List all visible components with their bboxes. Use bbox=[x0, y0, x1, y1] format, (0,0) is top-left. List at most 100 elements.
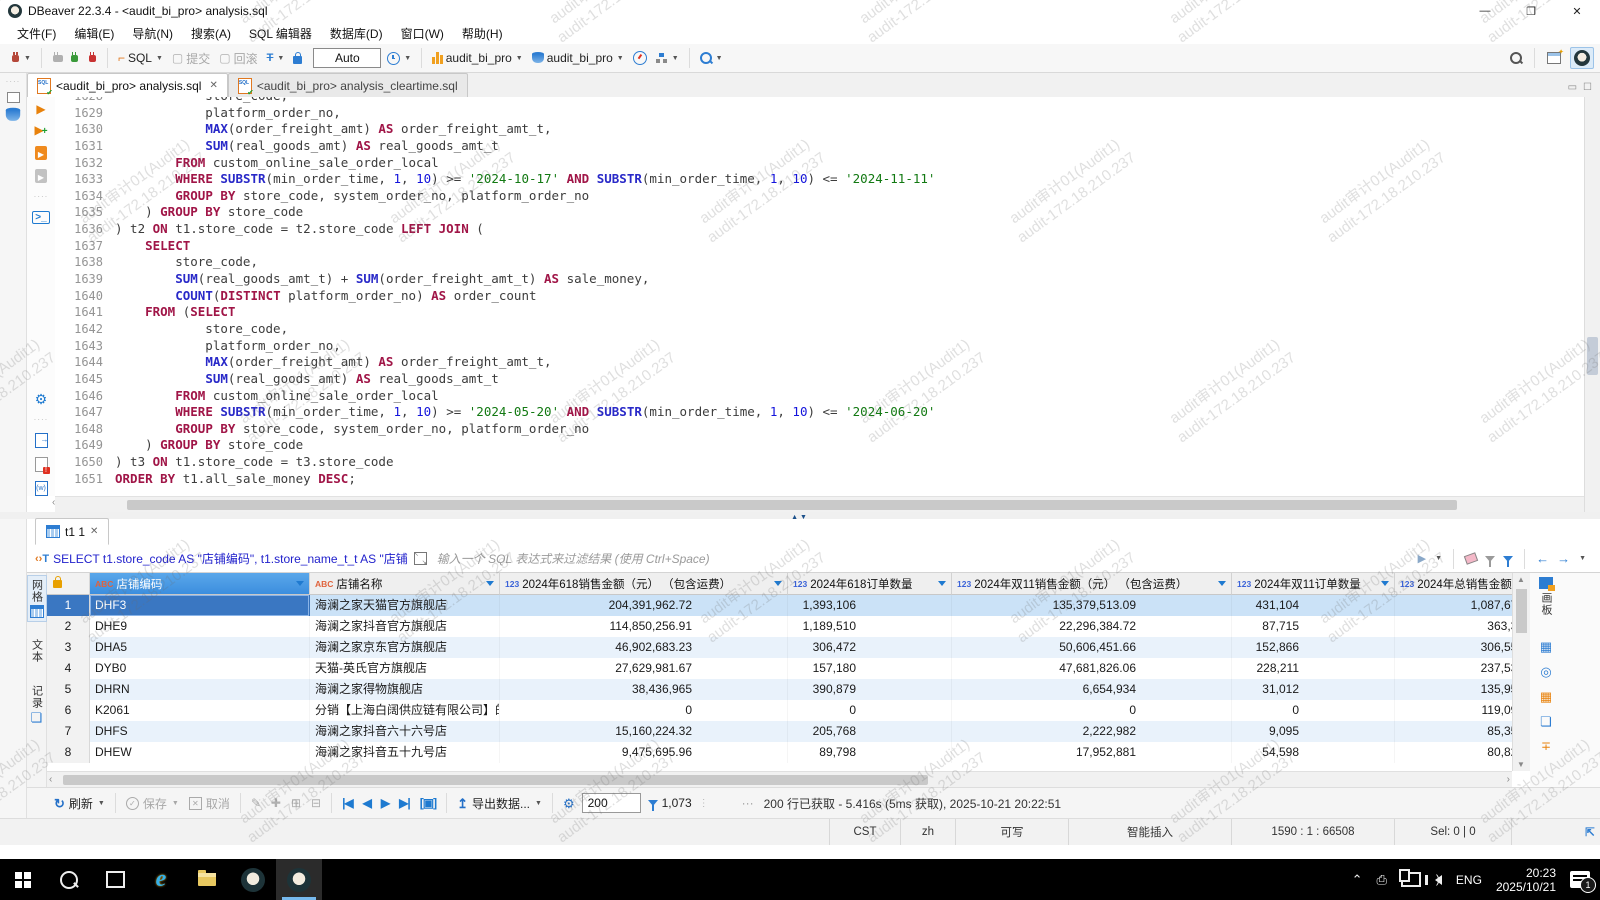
data-cell[interactable]: 89,798 bbox=[788, 742, 952, 763]
row-number-cell[interactable]: 1 bbox=[47, 595, 90, 616]
cancel-button[interactable]: ✕ 取消 bbox=[186, 793, 233, 814]
row-number-cell[interactable]: 6 bbox=[47, 700, 90, 721]
fetch-all-button[interactable]: [▣] bbox=[417, 794, 439, 812]
result-query-text[interactable]: SELECT t1.store_code AS "店铺编码", t1.store… bbox=[53, 550, 408, 567]
save-button[interactable]: ✓ 保存 ▼ bbox=[123, 793, 182, 814]
data-cell[interactable]: 海澜之家抖音五十九号店 bbox=[310, 742, 500, 763]
row-number-cell[interactable]: 4 bbox=[47, 658, 90, 679]
apply-filter-icon[interactable]: ▶ bbox=[1418, 552, 1426, 565]
data-cell[interactable]: DHF3 bbox=[90, 595, 310, 616]
data-cell[interactable]: 海澜之家得物旗舰店 bbox=[310, 679, 500, 700]
data-cell[interactable]: 1,189,510 bbox=[788, 616, 952, 637]
data-cell[interactable]: 31,012 bbox=[1232, 679, 1395, 700]
sql-editor-button[interactable]: ⌐ SQL▼ bbox=[115, 49, 166, 67]
data-cell[interactable]: 海澜之家抖音官方旗舰店 bbox=[310, 616, 500, 637]
grid-vertical-scrollbar[interactable]: ▲▼ bbox=[1512, 573, 1530, 771]
menu-item-0[interactable]: 文件(F) bbox=[8, 23, 65, 44]
layout-panel-icon[interactable] bbox=[1540, 715, 1552, 728]
data-cell[interactable]: 22,296,384.72 bbox=[952, 616, 1232, 637]
forward-arrow-icon[interactable]: → bbox=[1557, 551, 1570, 566]
clear-filter-icon[interactable] bbox=[1464, 552, 1478, 565]
result-view-tab-0[interactable]: 网格 bbox=[27, 575, 47, 622]
data-cell[interactable]: 0 bbox=[1232, 700, 1395, 721]
row-number-cell[interactable]: 2 bbox=[47, 616, 90, 637]
status-sync-icon[interactable]: ⇱ bbox=[1580, 819, 1600, 845]
metadata-panel-icon[interactable] bbox=[1540, 665, 1551, 678]
data-cell[interactable]: 海澜之家京东官方旗舰店 bbox=[310, 637, 500, 658]
menu-item-4[interactable]: SQL 编辑器 bbox=[240, 23, 321, 44]
data-cell[interactable]: 306,553 bbox=[1395, 637, 1512, 658]
add-row-icon[interactable]: ✚ bbox=[271, 796, 281, 810]
scroll-left-arrow-icon[interactable]: ‹ bbox=[52, 497, 55, 508]
menu-item-2[interactable]: 导航(N) bbox=[123, 23, 182, 44]
data-cell[interactable]: 46,902,683.23 bbox=[500, 637, 788, 658]
filter-icon[interactable] bbox=[1503, 556, 1513, 562]
data-cell[interactable]: 204,391,962.72 bbox=[500, 595, 788, 616]
data-cell[interactable]: 85,356 bbox=[1395, 721, 1512, 742]
commit-button[interactable]: ▢ 提交 bbox=[169, 48, 213, 69]
next-page-button[interactable]: ▶ bbox=[378, 794, 392, 812]
first-page-button[interactable]: |◀ bbox=[339, 794, 356, 812]
tray-expand-icon[interactable]: ⌃ bbox=[1352, 872, 1363, 888]
filter-dropdown-icon[interactable]: ▼ bbox=[1435, 555, 1442, 562]
data-cell[interactable]: DHEW bbox=[90, 742, 310, 763]
drag-handle[interactable]: ···· bbox=[6, 77, 21, 86]
dbeaver-taskbar-button[interactable] bbox=[230, 859, 276, 900]
open-perspective-button[interactable] bbox=[1544, 50, 1564, 66]
refresh-button[interactable]: 刷新 ▼ bbox=[51, 793, 108, 814]
data-cell[interactable]: 1,393,106 bbox=[788, 595, 952, 616]
column-header-6[interactable]: 1232024年总销售金额（元） （包含运费 bbox=[1395, 573, 1512, 595]
data-cell[interactable]: 363,38 bbox=[1395, 616, 1512, 637]
transaction-history-button[interactable]: ▼ bbox=[384, 50, 414, 67]
aggregate-panel-icon[interactable] bbox=[1541, 740, 1551, 752]
start-button[interactable] bbox=[0, 859, 46, 900]
grid-corner-cell[interactable] bbox=[47, 573, 90, 595]
column-sort-dropdown-icon[interactable] bbox=[1218, 581, 1226, 586]
grid-horizontal-scrollbar[interactable]: ‹› bbox=[47, 771, 1512, 787]
data-cell[interactable]: 87,715 bbox=[1232, 616, 1395, 637]
prev-page-button[interactable]: ◀ bbox=[360, 794, 374, 812]
close-icon[interactable]: ✕ bbox=[90, 526, 98, 537]
editor-horizontal-scrollbar[interactable] bbox=[55, 496, 1584, 512]
database-navigator-icon[interactable] bbox=[6, 108, 20, 124]
editor-results-splitter[interactable]: ▲▼ bbox=[0, 512, 1600, 519]
data-cell[interactable]: 80,829 bbox=[1395, 742, 1512, 763]
notification-center-button[interactable]: 1 bbox=[1570, 871, 1590, 888]
data-cell[interactable]: 54,598 bbox=[1232, 742, 1395, 763]
menu-item-3[interactable]: 搜索(A) bbox=[182, 23, 240, 44]
row-count-button[interactable]: 1,073 bbox=[645, 794, 695, 812]
fetch-size-input[interactable]: 200 bbox=[582, 793, 641, 813]
execute-new-tab-button[interactable] bbox=[34, 124, 47, 137]
data-cell[interactable]: 306,472 bbox=[788, 637, 952, 658]
error-file-icon[interactable] bbox=[35, 457, 48, 472]
data-cell[interactable]: 天猫-英氏官方旗舰店 bbox=[310, 658, 500, 679]
column-sort-dropdown-icon[interactable] bbox=[296, 581, 304, 586]
speaker-icon[interactable] bbox=[1435, 875, 1442, 885]
minimize-button[interactable]: — bbox=[1462, 0, 1508, 22]
data-cell[interactable]: 27,629,981.67 bbox=[500, 658, 788, 679]
editor-tab-1[interactable]: <audit_bi_pro> analysis_cleartime.sql bbox=[228, 73, 468, 97]
data-cell[interactable]: 431,104 bbox=[1232, 595, 1395, 616]
menu-item-6[interactable]: 窗口(W) bbox=[392, 23, 453, 44]
data-cell[interactable]: 205,768 bbox=[788, 721, 952, 742]
data-cell[interactable]: 15,160,224.32 bbox=[500, 721, 788, 742]
column-header-0[interactable]: ABC店铺编码 bbox=[90, 573, 310, 595]
edit-filter-icon[interactable] bbox=[1485, 556, 1495, 562]
data-cell[interactable]: 152,866 bbox=[1232, 637, 1395, 658]
dbeaver-perspective-button[interactable] bbox=[1570, 47, 1594, 69]
row-number-cell[interactable]: 5 bbox=[47, 679, 90, 700]
search-button[interactable]: ▼ bbox=[697, 50, 726, 66]
menu-item-5[interactable]: 数据库(D) bbox=[321, 23, 392, 44]
column-sort-dropdown-icon[interactable] bbox=[938, 581, 946, 586]
column-sort-dropdown-icon[interactable] bbox=[486, 581, 494, 586]
data-cell[interactable]: 228,211 bbox=[1232, 658, 1395, 679]
back-arrow-icon[interactable]: ← bbox=[1536, 551, 1549, 566]
result-tab[interactable]: t1 1 ✕ bbox=[35, 518, 109, 545]
dbeaver-active-taskbar-button[interactable] bbox=[276, 859, 322, 900]
expand-filter-icon[interactable] bbox=[414, 552, 427, 565]
task-view-button[interactable] bbox=[92, 859, 138, 900]
network-button[interactable]: ▼ bbox=[653, 51, 682, 66]
grid-panel-icon[interactable] bbox=[1540, 690, 1552, 703]
file-explorer-button[interactable] bbox=[184, 859, 230, 900]
edit-row-icon[interactable]: ✎ bbox=[251, 796, 261, 810]
